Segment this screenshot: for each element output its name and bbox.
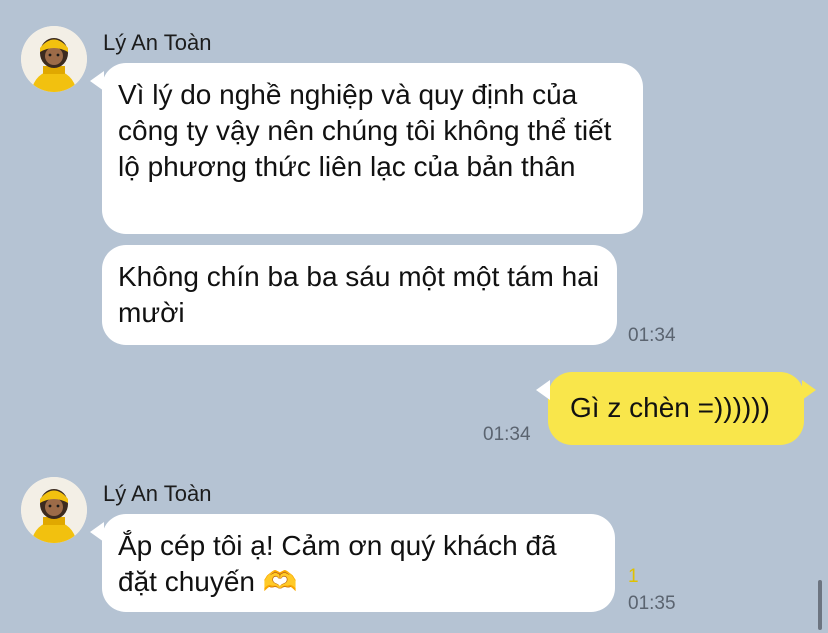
unread-count: 1 xyxy=(628,566,639,587)
outgoing-message-bubble[interactable]: Gì z chèn =)))))) xyxy=(536,372,816,445)
message-text: Không chín ba ba sáu một một tám hai mườ… xyxy=(118,261,599,328)
sender-name: Lý An Toàn xyxy=(103,30,212,55)
sender-name: Lý An Toàn xyxy=(103,481,212,506)
message-text: Gì z chèn =)))))) xyxy=(570,392,770,423)
message-bubble[interactable]: Không chín ba ba sáu một một tám hai mườ… xyxy=(102,245,617,345)
sender-avatar[interactable] xyxy=(21,26,87,92)
message-text: Vì lý do nghề nghiệp và quy định của côn… xyxy=(118,79,612,182)
message-bubble[interactable]: Ắp cép tôi ạ! Cảm ơn quý khách đã đặt ch… xyxy=(90,514,615,612)
message-bubble[interactable]: Vì lý do nghề nghiệp và quy định của côn… xyxy=(90,63,643,234)
message-text: Ắp cép tôi ạ! Cảm ơn quý khách đã đặt ch… xyxy=(118,530,557,597)
message-timestamp: 01:34 xyxy=(483,424,531,445)
scrollbar[interactable] xyxy=(818,580,822,630)
message-timestamp: 01:35 xyxy=(628,593,676,614)
sender-avatar[interactable] xyxy=(21,477,87,543)
message-timestamp: 01:34 xyxy=(628,325,676,346)
